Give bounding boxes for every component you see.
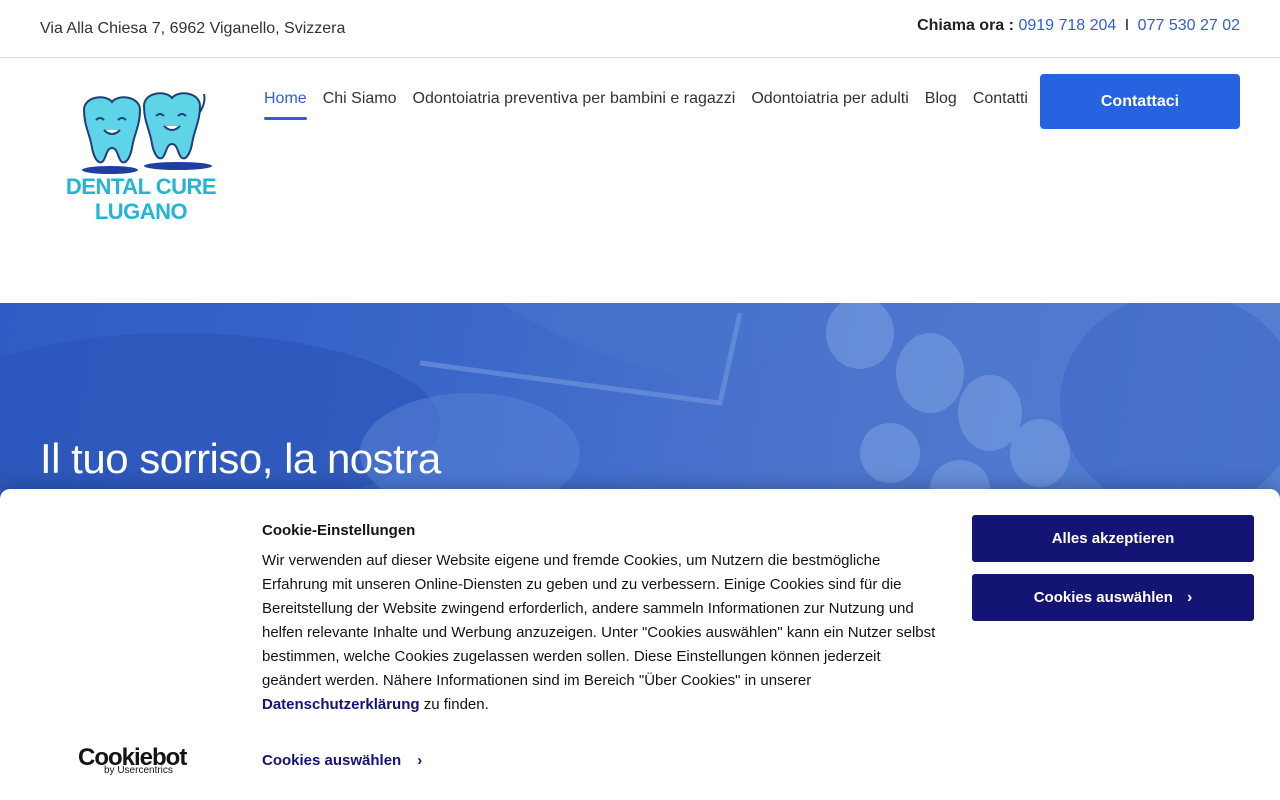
phone-label: Chiama ora : [917,17,1014,34]
privacy-policy-link[interactable]: Datenschutzerklärung [262,696,420,713]
site-header: DENTAL CURE LUGANO Home Chi Siamo Odonto… [0,58,1280,303]
site-logo[interactable]: DENTAL CURE LUGANO [60,92,222,232]
cookie-title: Cookie-Einstellungen [262,522,416,539]
address-text: Via Alla Chiesa 7, 6962 Viganello, Svizz… [40,20,346,37]
tooth-mascot-icon [82,92,212,174]
chevron-right-icon: › [417,752,423,769]
select-cookies-link[interactable]: Cookies auswählen › [262,752,422,769]
nav-item-chi-siamo[interactable]: Chi Siamo [323,90,397,120]
select-cookies-button[interactable]: Cookies auswählen › [972,574,1254,621]
cookie-text-main: Wir verwenden auf dieser Website eigene … [262,552,936,689]
cookie-banner: Cookiebot by Usercentrics Cookie-Einstel… [0,489,1280,800]
top-bar: Via Alla Chiesa 7, 6962 Viganello, Svizz… [0,0,1280,58]
select-cookies-link-label: Cookies auswählen [262,752,402,769]
cookie-text-end: zu finden. [423,696,489,713]
logo-line-2: LUGANO [94,199,188,224]
cookie-description: Wir verwenden auf dieser Website eigene … [262,549,942,717]
nav-item-home[interactable]: Home [264,90,307,120]
cookiebot-brand-sub: by Usercentrics [104,765,173,776]
phone-link-1[interactable]: 0919 718 204 [1018,17,1116,34]
chevron-right-icon: › [1186,588,1193,606]
phone-link-2[interactable]: 077 530 27 02 [1138,17,1240,34]
contattaci-button[interactable]: Contattaci [1040,74,1240,129]
select-cookies-label: Cookies auswählen [1033,588,1173,606]
nav-item-blog[interactable]: Blog [925,90,957,120]
hero-banner: Il tuo sorriso, la nostra [0,303,1280,503]
nav-item-odontoiatria-adulti[interactable]: Odontoiatria per adulti [751,90,908,120]
nav-item-odontoiatria-preventiva[interactable]: Odontoiatria preventiva per bambini e ra… [413,90,736,120]
nav-item-contatti[interactable]: Contatti [973,90,1028,120]
phone-separator: I [1124,17,1130,34]
phone-info: Chiama ora : 0919 718 204 I 077 530 27 0… [917,17,1240,35]
hero-title: Il tuo sorriso, la nostra [40,435,441,482]
cookiebot-logo: Cookiebot by Usercentrics [78,744,187,776]
logo-line-1: DENTAL CURE [65,174,217,199]
accept-all-cookies-button[interactable]: Alles akzeptieren [972,515,1254,562]
main-nav: Home Chi Siamo Odontoiatria preventiva p… [264,90,1028,120]
